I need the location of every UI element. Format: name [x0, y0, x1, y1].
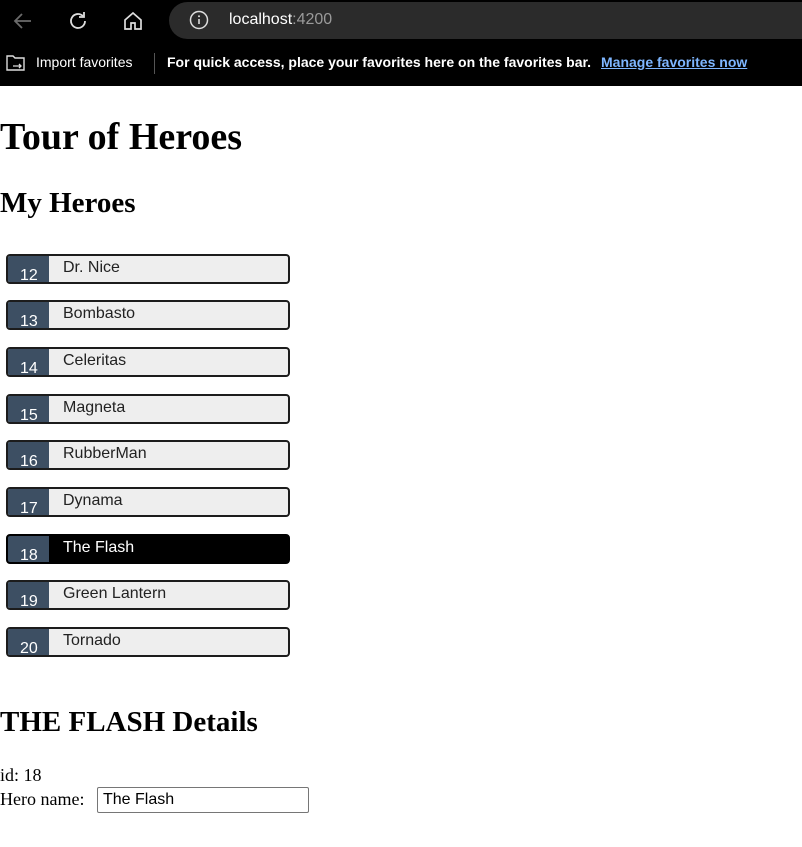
address-port: :4200 — [292, 11, 333, 28]
hero-id: 16 — [20, 453, 38, 470]
hero-id-badge: 12 — [8, 256, 49, 282]
hero-name: The Flash — [63, 539, 135, 556]
hero-item[interactable]: 15 Magneta — [6, 394, 290, 424]
import-favorites-icon[interactable] — [5, 53, 27, 73]
hero-id: 14 — [20, 360, 38, 377]
import-favorites-button[interactable]: Import favorites — [36, 54, 132, 70]
info-icon[interactable] — [189, 10, 209, 30]
browser-toolbar: localhost:4200 — [0, 0, 802, 41]
hero-name: Green Lantern — [63, 585, 167, 602]
refresh-icon — [70, 12, 86, 29]
hero-id: 20 — [20, 640, 38, 657]
hero-details-title: THE FLASH Details — [0, 706, 258, 738]
favorites-bar: Import favorites For quick access, place… — [0, 41, 802, 86]
hero-item[interactable]: 12 Dr. Nice — [6, 254, 290, 284]
hero-id: 12 — [20, 267, 38, 284]
heroes-list-title: My Heroes — [0, 187, 136, 219]
address-bar[interactable]: localhost:4200 — [169, 2, 802, 39]
home-icon — [124, 11, 142, 30]
hero-item-selected[interactable]: 18 The Flash — [6, 534, 290, 564]
hero-id-badge: 18 — [8, 536, 49, 562]
hero-name: Magneta — [63, 399, 126, 416]
hero-item[interactable]: 13 Bombasto — [6, 300, 290, 330]
hero-name: Dr. Nice — [63, 259, 120, 276]
manage-favorites-link[interactable]: Manage favorites now — [601, 54, 747, 70]
address-host: localhost — [229, 11, 293, 28]
favorites-divider — [154, 53, 155, 74]
hero-id: 15 — [20, 407, 38, 424]
address-text: localhost:4200 — [229, 11, 332, 29]
hero-id-badge: 14 — [8, 349, 49, 375]
hero-name: Dynama — [63, 492, 123, 509]
home-button[interactable] — [118, 6, 148, 36]
hero-id: 17 — [20, 500, 38, 517]
hero-id: 18 — [20, 547, 38, 564]
hero-item[interactable]: 19 Green Lantern — [6, 580, 290, 610]
refresh-button[interactable] — [63, 6, 93, 36]
hero-id-badge: 20 — [8, 629, 49, 655]
hero-item[interactable]: 17 Dynama — [6, 487, 290, 517]
hero-id-badge: 13 — [8, 302, 49, 328]
hero-id-badge: 16 — [8, 442, 49, 468]
hero-item[interactable]: 16 RubberMan — [6, 440, 290, 470]
hero-item[interactable]: 14 Celeritas — [6, 347, 290, 377]
hero-id: 19 — [20, 593, 38, 610]
page-title: Tour of Heroes — [0, 116, 243, 158]
hero-id-badge: 19 — [8, 582, 49, 608]
back-button[interactable] — [8, 6, 38, 36]
favorites-message: For quick access, place your favorites h… — [167, 54, 592, 70]
hero-name: Bombasto — [63, 305, 136, 322]
hero-name: RubberMan — [63, 445, 147, 462]
hero-id-text: id: 18 — [0, 765, 42, 785]
hero-name: Celeritas — [63, 352, 127, 369]
hero-id: 13 — [20, 313, 38, 330]
arrow-left-icon — [13, 13, 31, 29]
hero-name-label: Hero name: — [0, 789, 85, 809]
hero-id-badge: 17 — [8, 489, 49, 515]
hero-name: Tornado — [63, 632, 121, 649]
hero-item[interactable]: 20 Tornado — [6, 627, 290, 657]
hero-name-input[interactable] — [97, 787, 309, 813]
hero-id-badge: 15 — [8, 396, 49, 422]
